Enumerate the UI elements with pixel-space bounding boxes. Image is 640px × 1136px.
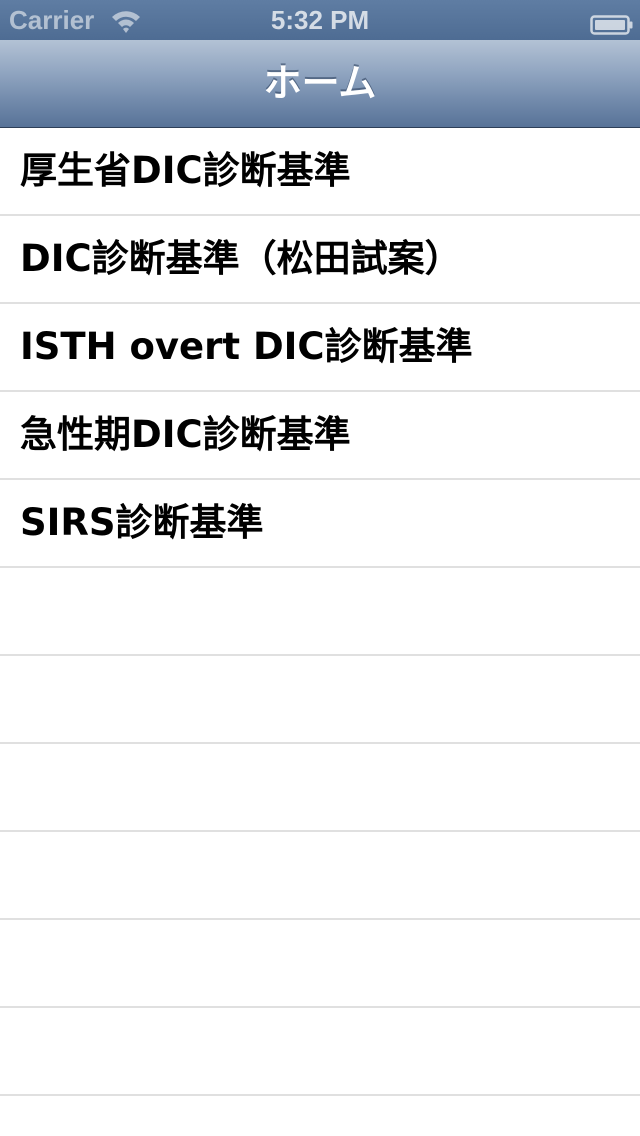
empty-row: [0, 1096, 640, 1136]
criteria-list: 厚生省DIC診断基準 DIC診断基準（松田試案） ISTH overt DIC診…: [0, 128, 640, 1136]
list-item-label: 急性期DIC診断基準: [20, 413, 351, 456]
empty-row: [0, 656, 640, 744]
navigation-bar: ホーム: [0, 40, 640, 128]
list-item-label: DIC診断基準（松田試案）: [20, 237, 462, 280]
app-screen: Carrier 5:32 PM ホーム 厚生省DIC診断基準 DIC診断基準（松…: [0, 0, 640, 1136]
empty-row: [0, 568, 640, 656]
empty-row: [0, 1008, 640, 1096]
list-item-label: 厚生省DIC診断基準: [20, 149, 351, 192]
status-bar: Carrier 5:32 PM: [0, 0, 640, 40]
empty-row: [0, 744, 640, 832]
list-item[interactable]: 厚生省DIC診断基準: [0, 128, 640, 216]
list-item[interactable]: DIC診断基準（松田試案）: [0, 216, 640, 304]
list-item-label: ISTH overt DIC診断基準: [20, 325, 473, 368]
empty-row: [0, 920, 640, 1008]
list-item[interactable]: 急性期DIC診断基準: [0, 392, 640, 480]
list-item[interactable]: ISTH overt DIC診断基準: [0, 304, 640, 392]
status-time: 5:32 PM: [270, 5, 370, 35]
nav-title: ホーム: [263, 61, 377, 105]
list-item[interactable]: SIRS診断基準: [0, 480, 640, 568]
list-item-label: SIRS診断基準: [20, 501, 264, 544]
battery-icon: [590, 8, 634, 35]
empty-row: [0, 832, 640, 920]
